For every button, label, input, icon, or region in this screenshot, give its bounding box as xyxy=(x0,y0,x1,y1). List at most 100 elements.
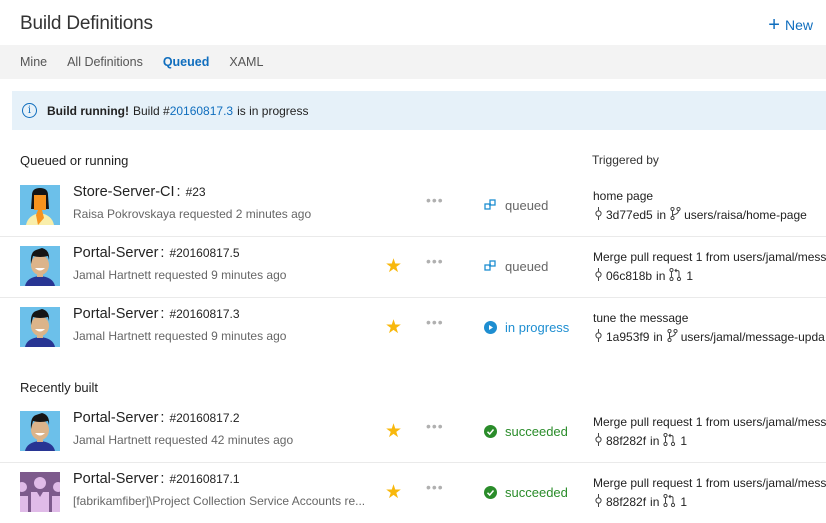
build-number-link[interactable]: #20160817.2 xyxy=(169,411,239,425)
commit-icon xyxy=(594,433,606,449)
definition-name-link[interactable]: Portal-Server xyxy=(73,410,158,426)
status-label: succeeded xyxy=(505,424,568,439)
avatar xyxy=(20,307,60,347)
build-title: Portal-Server: #20160817.5 xyxy=(73,245,240,261)
trigger-reference: 1a953f9 in users/jamal/message-upda xyxy=(594,328,825,345)
status-label: succeeded xyxy=(505,485,568,500)
tab-bar: Mine All Definitions Queued XAML xyxy=(0,45,826,79)
commit-link[interactable]: 88f282f xyxy=(606,434,646,448)
trigger-reference: 88f282f in 1 xyxy=(594,432,687,449)
queued-section-title: Queued or running xyxy=(20,153,129,168)
commit-icon xyxy=(594,207,606,223)
in-label: in xyxy=(650,495,660,509)
trigger-message: Merge pull request 1 from users/jamal/me… xyxy=(593,415,826,429)
build-status: queued xyxy=(484,259,548,274)
favorite-star-icon[interactable]: ★ xyxy=(385,422,402,441)
more-actions-button[interactable]: ••• xyxy=(426,192,444,208)
favorite-star-icon[interactable]: ★ xyxy=(385,318,402,337)
info-icon: i xyxy=(22,103,37,118)
commit-icon xyxy=(594,494,606,510)
pull-request-icon xyxy=(663,432,680,449)
requested-by: [fabrikamfiber]\Project Collection Servi… xyxy=(73,494,366,508)
avatar xyxy=(20,246,60,286)
build-number-link[interactable]: #23 xyxy=(186,185,206,199)
trigger-message: tune the message xyxy=(593,311,689,325)
trigger-reference: 88f282f in 1 xyxy=(594,493,687,510)
banner-prefix: Build # xyxy=(132,103,170,118)
in-label: in xyxy=(650,434,660,448)
build-status: queued xyxy=(484,198,548,213)
check-circle-icon xyxy=(484,486,497,499)
branch-icon xyxy=(670,206,684,223)
trigger-message: home page xyxy=(593,189,654,203)
build-number-link[interactable]: #20160817.5 xyxy=(169,246,239,260)
build-title: Portal-Server: #20160817.3 xyxy=(73,306,240,322)
triggered-by-header: Triggered by xyxy=(592,153,659,167)
in-label: in xyxy=(656,208,667,222)
more-actions-button[interactable]: ••• xyxy=(426,314,444,330)
banner-build-link[interactable]: 20160817.3 xyxy=(170,104,233,118)
commit-icon xyxy=(594,329,606,345)
ref-link[interactable]: 1 xyxy=(680,495,687,509)
avatar xyxy=(20,472,60,512)
build-status: in progress xyxy=(484,320,569,335)
tab-mine[interactable]: Mine xyxy=(20,55,47,69)
definition-name-link[interactable]: Portal-Server xyxy=(73,471,158,487)
page-title: Build Definitions xyxy=(20,13,153,34)
more-actions-button[interactable]: ••• xyxy=(426,418,444,434)
ref-link[interactable]: 1 xyxy=(686,269,693,283)
queued-icon xyxy=(484,199,497,212)
recent-section-title: Recently built xyxy=(20,380,99,395)
commit-link[interactable]: 88f282f xyxy=(606,495,646,509)
favorite-star-icon[interactable]: ★ xyxy=(385,257,402,276)
pull-request-icon xyxy=(663,493,680,510)
build-row[interactable]: Store-Server-CI: #23 Raisa Pokrovskaya req… xyxy=(0,176,826,237)
definition-name-link[interactable]: Portal-Server xyxy=(73,306,158,322)
tab-xaml[interactable]: XAML xyxy=(229,55,263,69)
requested-by: Jamal Hartnett requested 9 minutes ago xyxy=(73,268,287,282)
tab-all-definitions[interactable]: All Definitions xyxy=(67,55,143,69)
separator: : xyxy=(160,410,165,426)
build-number-link[interactable]: #20160817.1 xyxy=(169,472,239,486)
trigger-reference: 06c818b in 1 xyxy=(594,267,693,284)
branch-icon xyxy=(667,328,681,345)
ref-link[interactable]: users/jamal/message-upda xyxy=(681,330,825,344)
build-row[interactable]: Portal-Server: #20160817.5 Jamal Hartnett … xyxy=(0,237,826,298)
build-row[interactable]: Portal-Server: #20160817.2 Jamal Hartnett … xyxy=(0,402,826,463)
build-row[interactable]: Portal-Server: #20160817.3 Jamal Hartnett … xyxy=(0,298,826,359)
page-header: Build Definitions + New xyxy=(0,0,826,45)
ref-link[interactable]: users/raisa/home-page xyxy=(684,208,807,222)
in-label: in xyxy=(653,330,663,344)
definition-name-link[interactable]: Portal-Server xyxy=(73,245,158,261)
commit-icon xyxy=(594,268,606,284)
pull-request-icon xyxy=(669,267,686,284)
build-number-link[interactable]: #20160817.3 xyxy=(169,307,239,321)
new-definition-button[interactable]: + New xyxy=(768,15,813,35)
avatar xyxy=(20,185,60,225)
commit-link[interactable]: 06c818b xyxy=(606,269,652,283)
separator: : xyxy=(160,471,165,487)
definition-name-link[interactable]: Store-Server-CI xyxy=(73,184,175,200)
ref-link[interactable]: 1 xyxy=(680,434,687,448)
favorite-star-icon[interactable]: ★ xyxy=(385,483,402,502)
queued-icon xyxy=(484,260,497,273)
commit-link[interactable]: 3d77ed5 xyxy=(606,208,653,222)
status-label: in progress xyxy=(505,320,570,335)
commit-link[interactable]: 1a953f9 xyxy=(606,330,649,344)
tab-queued[interactable]: Queued xyxy=(163,55,210,69)
play-circle-icon xyxy=(484,321,497,334)
check-circle-icon xyxy=(484,425,497,438)
separator: : xyxy=(176,184,181,200)
status-label: queued xyxy=(505,259,549,274)
banner-bold: Build running! xyxy=(47,103,129,118)
build-title: Store-Server-CI: #23 xyxy=(73,184,206,200)
more-actions-button[interactable]: ••• xyxy=(426,253,444,269)
avatar xyxy=(20,411,60,451)
requested-by: Jamal Hartnett requested 9 minutes ago xyxy=(73,329,287,343)
requested-by: Jamal Hartnett requested 42 minutes ago xyxy=(73,433,294,447)
build-title: Portal-Server: #20160817.2 xyxy=(73,410,240,426)
build-row[interactable]: Portal-Server: #20160817.1 [fabrikamfiber]… xyxy=(0,463,826,523)
more-actions-button[interactable]: ••• xyxy=(426,479,444,495)
in-label: in xyxy=(656,269,666,283)
banner-suffix: is in progress xyxy=(237,103,309,118)
